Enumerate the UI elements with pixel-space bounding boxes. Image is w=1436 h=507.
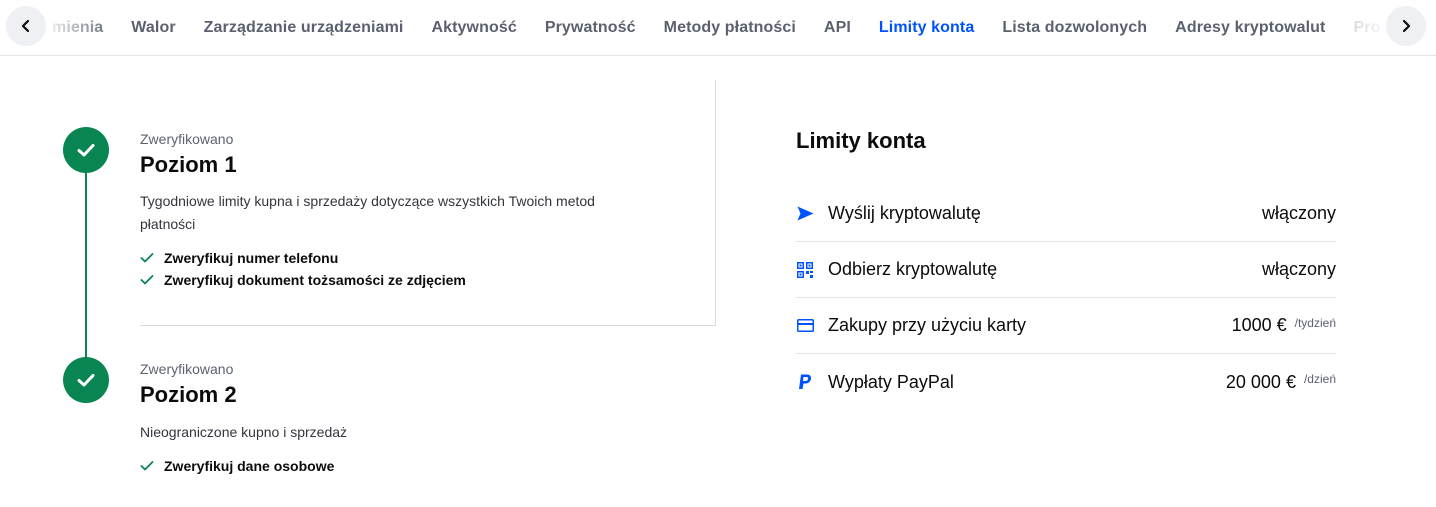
level-2-status: Zweryfikowano xyxy=(140,361,234,377)
level-timeline-line xyxy=(85,168,87,364)
tab-walor[interactable]: Walor xyxy=(131,19,175,37)
limit-label: Wypłaty PayPal xyxy=(828,371,954,392)
tab-device-management[interactable]: Zarządzanie urządzeniami xyxy=(204,19,404,37)
limit-row-card-purchases: Zakupy przy użyciu karty 1000 € /tydzień xyxy=(796,298,1336,354)
level-2-description: Nieograniczone kupno i sprzedaż xyxy=(140,424,348,440)
limit-value: włączony xyxy=(1261,203,1336,223)
limit-row-paypal-withdrawals: Wypłaty PayPal 20 000 € /dzień xyxy=(796,354,1336,410)
scroll-tabs-right-button[interactable] xyxy=(1386,6,1426,46)
send-arrow-icon xyxy=(796,205,814,223)
check-icon xyxy=(140,461,154,471)
level-1-status: Zweryfikowano xyxy=(140,131,234,147)
tab-crypto-addresses[interactable]: Adresy kryptowalut xyxy=(1175,19,1325,37)
tab-mienia[interactable]: mienia xyxy=(52,19,103,37)
qr-code-icon xyxy=(796,261,814,279)
check-icon xyxy=(140,253,154,263)
tab-account-limits[interactable]: Limity konta xyxy=(879,19,974,37)
tab-payment-methods[interactable]: Metody płatności xyxy=(664,19,796,37)
requirement-label: Zweryfikuj dane osobowe xyxy=(164,458,335,474)
chevron-left-icon xyxy=(21,19,30,33)
limit-label: Odbierz kryptowalutę xyxy=(828,259,998,279)
limit-value: 1000 € xyxy=(1231,315,1287,335)
level-1-verified-check-icon xyxy=(63,127,109,173)
limit-row-receive-crypto: Odbierz kryptowalutę włączony xyxy=(796,242,1336,298)
tab-api[interactable]: API xyxy=(824,19,851,37)
limit-label: Wyślij kryptowalutę xyxy=(828,203,981,223)
level-1-description: Tygodniowe limity kupna i sprzedaży doty… xyxy=(140,193,595,232)
level-2-requirement-personal-data: Zweryfikuj dane osobowe xyxy=(140,458,334,474)
settings-tab-bar: mienia Walor Zarządzanie urządzeniami Ak… xyxy=(0,0,1436,56)
chevron-right-icon xyxy=(1402,19,1411,33)
limit-label: Zakupy przy użyciu karty xyxy=(828,315,1027,335)
limit-row-send-crypto: Wyślij kryptowalutę włączony xyxy=(796,186,1336,242)
level-2-verified-check-icon xyxy=(63,357,109,403)
scroll-tabs-left-button[interactable] xyxy=(6,6,46,46)
account-limits-title: Limity konta xyxy=(796,128,926,153)
level-1-requirement-phone: Zweryfikuj numer telefonu xyxy=(140,250,338,266)
limit-unit: /dzień xyxy=(1303,372,1336,386)
tab-activity[interactable]: Aktywność xyxy=(431,19,516,37)
paypal-icon xyxy=(796,373,814,391)
tab-allowlist[interactable]: Lista dozwolonych xyxy=(1002,19,1147,37)
tab-privacy[interactable]: Prywatność xyxy=(545,19,636,37)
limit-unit: /tydzień xyxy=(1294,316,1336,330)
account-limits-list: Wyślij kryptowalutę włączony Odbierz kry… xyxy=(796,186,1336,410)
limit-value: włączony xyxy=(1261,259,1336,279)
tab-list: mienia Walor Zarządzanie urządzeniami Ak… xyxy=(52,0,1408,56)
credit-card-icon xyxy=(796,317,814,335)
requirement-label: Zweryfikuj dokument tożsamości ze zdjęci… xyxy=(164,272,466,288)
level-1-requirement-id-document: Zweryfikuj dokument tożsamości ze zdjęci… xyxy=(140,272,466,288)
level-1-title: Poziom 1 xyxy=(140,152,237,177)
level-2-title: Poziom 2 xyxy=(140,382,237,407)
tab-pro[interactable]: Pro xyxy=(1353,19,1380,37)
check-icon xyxy=(140,275,154,285)
requirement-label: Zweryfikuj numer telefonu xyxy=(164,250,339,266)
limit-value: 20 000 € xyxy=(1225,371,1296,392)
